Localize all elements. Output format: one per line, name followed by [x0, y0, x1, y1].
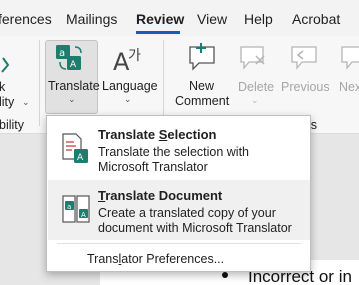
svg-text:A: A [77, 153, 84, 163]
translate-document-title: Translate Document [98, 188, 223, 203]
svg-text:a: a [67, 203, 71, 211]
chevron-down-icon: ⌄ [251, 95, 259, 105]
translate-icon: a A [56, 45, 82, 70]
previous-label[interactable]: Previous [281, 80, 330, 94]
previous-comment-icon[interactable] [290, 44, 318, 72]
menu-separator [57, 243, 301, 244]
new-comment-label-line2[interactable]: Comment [175, 94, 229, 108]
chevron-down-icon: ⌄ [124, 94, 132, 104]
translate-selection-icon: A [62, 133, 88, 163]
menu-item-translate-selection[interactable]: A Translate Selection Translate the sele… [48, 118, 310, 178]
tab-view[interactable]: View [197, 11, 227, 27]
tab-references[interactable]: ferences [0, 11, 52, 27]
svg-text:A: A [81, 211, 86, 219]
menu-item-translator-preferences[interactable]: Translator Preferences... [87, 252, 224, 266]
language-icon[interactable]: A 가 [112, 42, 144, 76]
delete-comment-icon[interactable] [239, 44, 267, 72]
tab-acrobat[interactable]: Acrobat [292, 11, 340, 27]
translate-dropdown-menu: A Translate Selection Translate the sele… [46, 115, 311, 272]
accessibility-icon[interactable] [0, 56, 12, 74]
translate-document-icon: a A [62, 195, 90, 223]
new-comment-label-line1[interactable]: New [189, 79, 214, 93]
tab-mailings[interactable]: Mailings [66, 11, 117, 27]
translate-selection-title: Translate Selection [98, 127, 217, 142]
group-separator [39, 40, 40, 126]
tab-review[interactable]: Review [136, 11, 184, 27]
accessibility-label-line1[interactable]: k [0, 80, 5, 94]
ribbon-tab-bar: ferences Mailings Review View Help Acrob… [0, 0, 359, 36]
chevron-down-icon: ⌄ [22, 97, 30, 107]
translate-selection-description: Translate the selection with Microsoft T… [98, 145, 250, 174]
translate-label: Translate [48, 79, 100, 93]
language-label[interactable]: Language [102, 79, 158, 93]
svg-text:가: 가 [128, 48, 141, 64]
accessibility-group-label: bility [0, 118, 25, 132]
svg-text:a: a [59, 48, 65, 59]
tab-help[interactable]: Help [244, 11, 273, 27]
accessibility-label-line2[interactable]: lity [0, 95, 14, 109]
new-comment-icon[interactable] [187, 43, 217, 73]
delete-label[interactable]: Delete [238, 80, 274, 94]
next-comment-icon[interactable] [340, 44, 359, 72]
translate-document-description: Create a translated copy of your documen… [98, 206, 292, 235]
next-label[interactable]: Nex [339, 80, 359, 94]
chevron-down-icon: ⌄ [68, 94, 76, 104]
group-separator [163, 40, 164, 126]
bullet-icon [222, 272, 228, 278]
active-tab-indicator [136, 31, 180, 34]
svg-text:A: A [70, 60, 77, 70]
menu-item-translate-document[interactable]: a A Translate Document Create a translat… [48, 180, 310, 240]
